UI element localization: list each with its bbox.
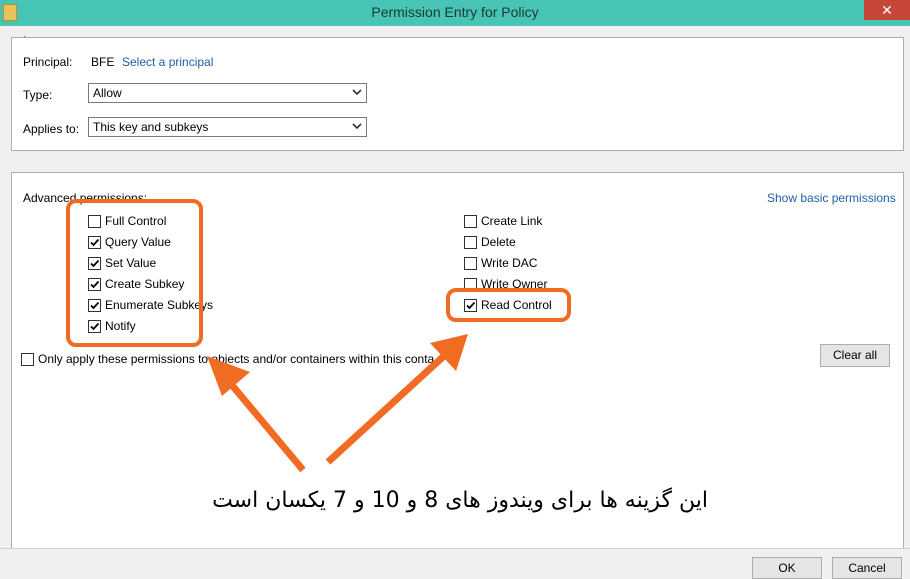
arrow-left-icon [207, 356, 306, 473]
arrow-right-icon [325, 334, 468, 465]
annotation-caption: این گزینه ها برای ویندوز های 8 و 10 و 7 … [212, 488, 708, 513]
cancel-button[interactable]: Cancel [832, 557, 902, 579]
ok-button[interactable]: OK [752, 557, 822, 579]
